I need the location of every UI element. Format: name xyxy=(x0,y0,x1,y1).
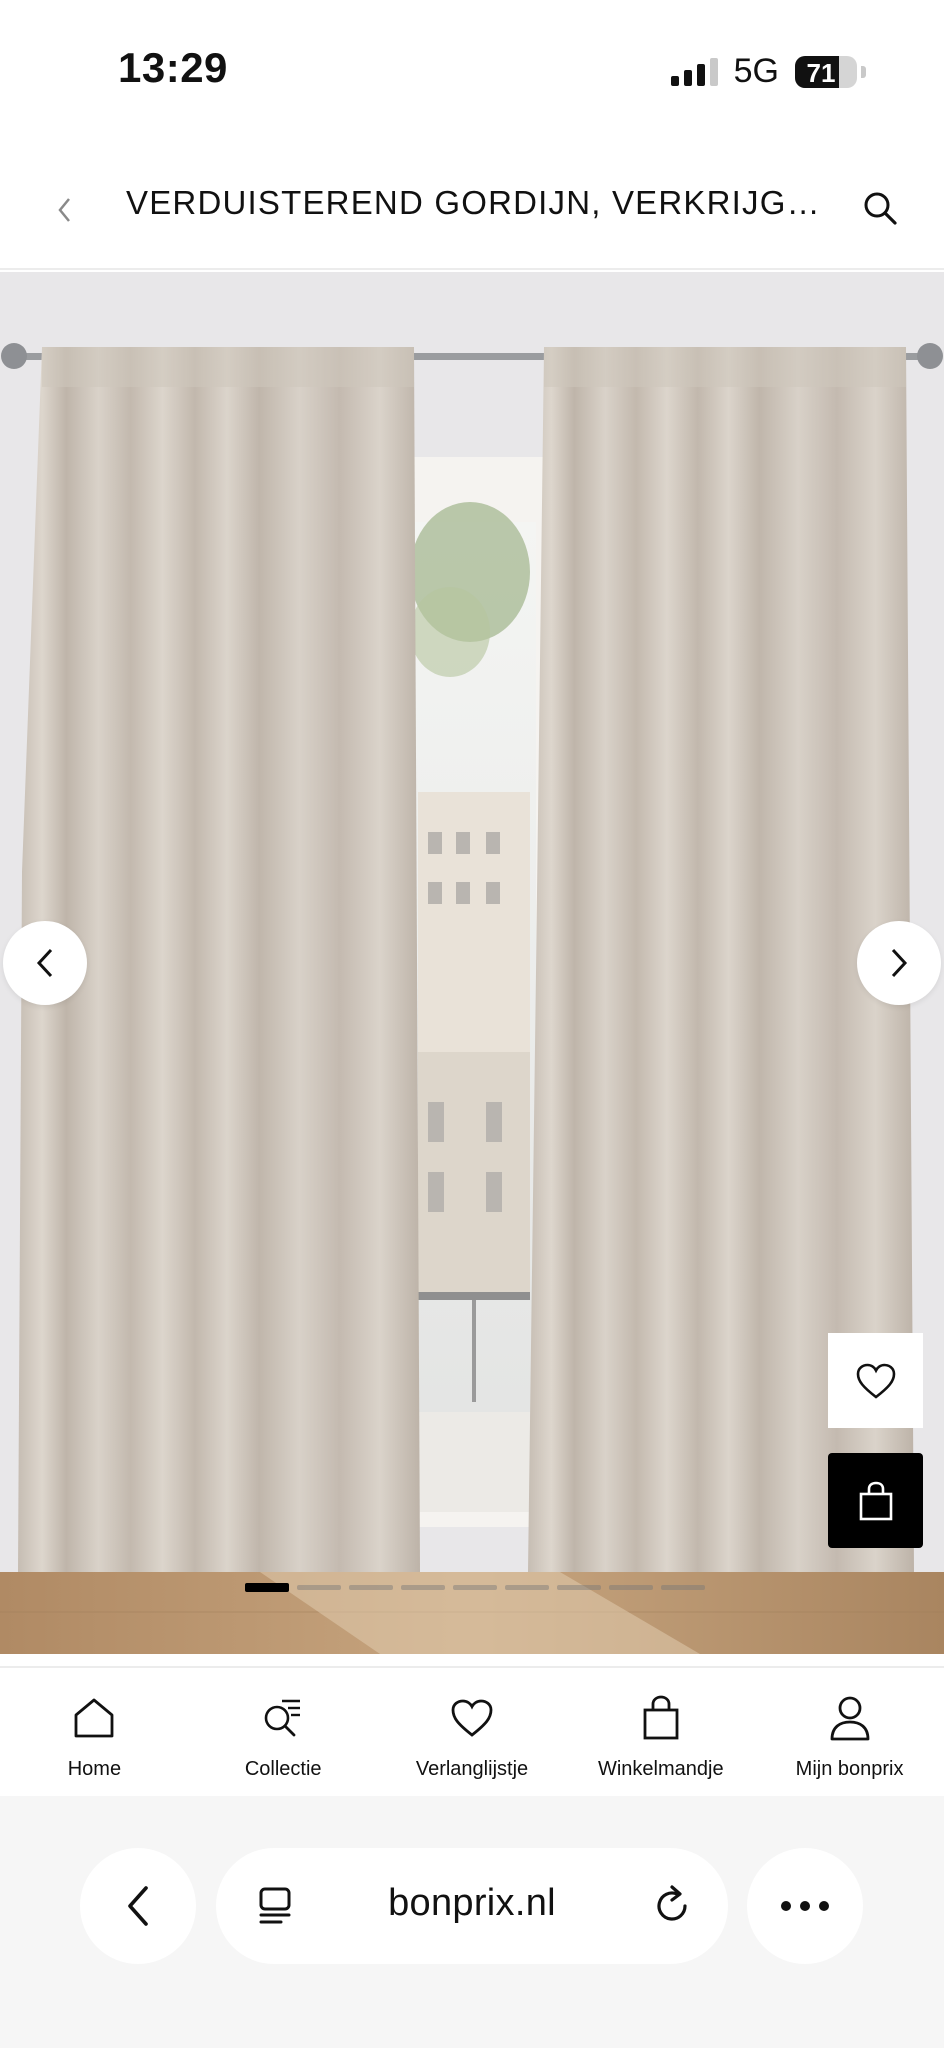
page-header: VERDUISTEREND GORDIJN, VERKRIJGBA... xyxy=(0,150,944,270)
battery-level: 71 xyxy=(806,57,836,88)
search-icon xyxy=(864,192,897,225)
pagination-dot[interactable] xyxy=(453,1585,497,1590)
pagination-dot[interactable] xyxy=(349,1585,393,1590)
nav-item-label: Collectie xyxy=(244,1758,322,1780)
pagination-dot[interactable] xyxy=(505,1585,549,1590)
heart-icon xyxy=(856,1363,895,1399)
chevron-left-icon xyxy=(58,198,70,222)
add-to-cart-button[interactable] xyxy=(828,1453,923,1548)
status-indicators: 5G 71 xyxy=(670,52,866,91)
nav-item-mijn-bonprix[interactable]: Mijn bonprix xyxy=(755,1668,944,1796)
pagination-dot[interactable] xyxy=(609,1585,653,1590)
pagination-dot[interactable] xyxy=(557,1585,601,1590)
browser-more-button[interactable] xyxy=(747,1848,863,1964)
pagination-dot[interactable] xyxy=(661,1585,705,1590)
bottom-navigation: Home Collectie Verlanglijstje Winkelmand… xyxy=(0,1666,944,1796)
battery-icon: 71 xyxy=(795,55,857,88)
more-icon xyxy=(781,1901,829,1911)
product-image xyxy=(0,272,944,1654)
browser-back-button[interactable] xyxy=(80,1848,196,1964)
nav-item-winkelmandje[interactable]: Winkelmandje xyxy=(566,1668,755,1796)
add-to-wishlist-button[interactable] xyxy=(828,1333,923,1428)
reload-icon[interactable] xyxy=(652,1884,694,1928)
user-icon xyxy=(830,1696,869,1741)
collection-search-icon xyxy=(264,1699,301,1737)
page-title: VERDUISTEREND GORDIJN, VERKRIJGBA... xyxy=(126,184,826,221)
chevron-left-icon xyxy=(36,948,53,978)
nav-item-label: Home xyxy=(67,1758,122,1780)
nav-item-home[interactable]: Home xyxy=(0,1668,189,1796)
signal-icon xyxy=(670,57,718,86)
nav-item-label: Mijn bonprix xyxy=(795,1758,904,1780)
address-bar[interactable]: bonprix.nl xyxy=(216,1848,728,1964)
shopping-bag-icon xyxy=(859,1481,892,1520)
nav-item-label: Verlanglijstje xyxy=(415,1758,529,1780)
nav-item-label: Winkelmandje xyxy=(597,1758,724,1780)
network-type: 5G xyxy=(733,52,779,90)
gallery-pagination xyxy=(245,1583,705,1592)
gallery-next-button[interactable] xyxy=(857,921,941,1005)
battery-tip xyxy=(861,65,866,78)
product-image-gallery[interactable] xyxy=(0,272,944,1654)
heart-icon xyxy=(451,1699,493,1737)
nav-item-collectie[interactable]: Collectie xyxy=(189,1668,378,1796)
pagination-dot[interactable] xyxy=(245,1583,289,1592)
status-bar: 13:29 5G 71 xyxy=(0,0,944,140)
pagination-dot[interactable] xyxy=(401,1585,445,1590)
pagination-dot[interactable] xyxy=(297,1585,341,1590)
shopping-bag-icon xyxy=(643,1695,679,1740)
gallery-prev-button[interactable] xyxy=(3,921,87,1005)
back-button[interactable] xyxy=(44,182,84,238)
status-time: 13:29 xyxy=(118,44,228,91)
browser-toolbar: bonprix.nl xyxy=(0,1796,944,2048)
chevron-right-icon xyxy=(891,948,908,978)
chevron-left-icon xyxy=(128,1886,148,1926)
nav-item-verlanglijstje[interactable]: Verlanglijstje xyxy=(378,1668,567,1796)
home-icon xyxy=(74,1698,114,1738)
search-button[interactable] xyxy=(856,180,904,236)
